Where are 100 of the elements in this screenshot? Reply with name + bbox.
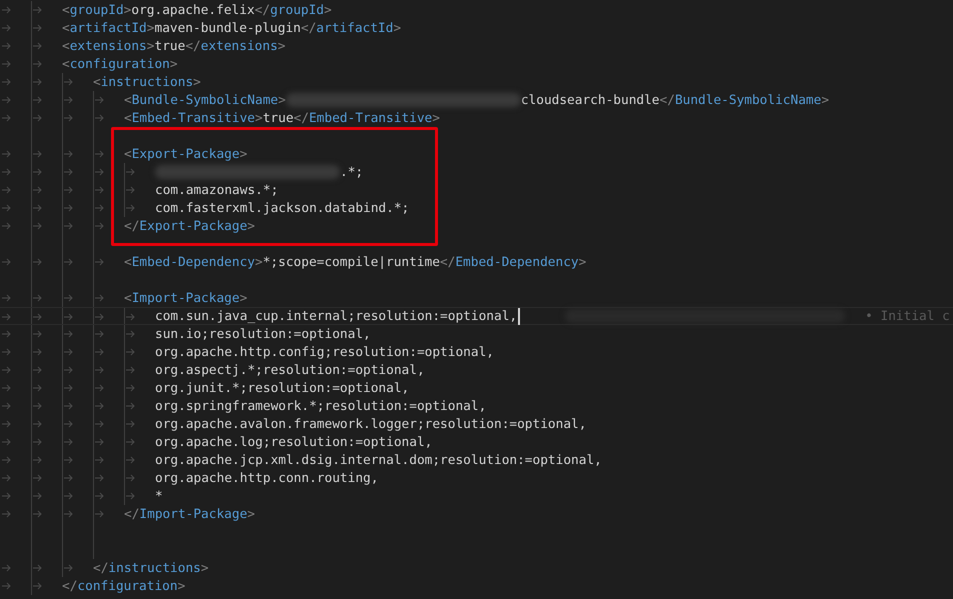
tab-arrow-icon — [33, 96, 42, 104]
tab-arrow-icon — [95, 204, 104, 212]
tab-arrow-icon — [95, 150, 104, 158]
tab-arrow-icon — [33, 294, 42, 302]
tab-arrow-icon — [95, 474, 104, 482]
tab-arrow-icon — [33, 438, 42, 446]
code-line: .*; — [155, 164, 364, 180]
tab-arrow-icon — [95, 384, 104, 392]
tab-arrow-icon — [33, 258, 42, 266]
code-line: <Import-Package> — [124, 290, 248, 306]
tab-arrow-icon — [2, 204, 11, 212]
tab-arrow-icon — [33, 402, 42, 410]
tab-arrow-icon — [126, 402, 135, 410]
tab-arrow-icon — [64, 313, 73, 321]
tab-arrow-icon — [33, 204, 42, 212]
tab-arrow-icon — [64, 366, 73, 374]
tab-arrow-icon — [64, 474, 73, 482]
tab-arrow-icon — [64, 78, 73, 86]
tab-arrow-icon — [33, 42, 42, 50]
tab-arrow-icon — [95, 330, 104, 338]
tab-arrow-icon — [95, 96, 104, 104]
tab-arrow-icon — [64, 492, 73, 500]
tab-arrow-icon — [126, 186, 135, 194]
code-line: * — [155, 488, 163, 504]
code-line: <Embed-Dependency>*;scope=compile|runtime</Embed-Dependency> — [124, 254, 586, 270]
code-line: <groupId>org.apache.felix</groupId> — [62, 2, 332, 18]
code-line: com.fasterxml.jackson.databind.*; — [155, 200, 410, 216]
tab-arrow-icon — [2, 168, 11, 176]
tab-arrow-icon — [33, 456, 42, 464]
tab-arrow-icon — [33, 24, 42, 32]
code-line: <instructions> — [93, 74, 201, 90]
code-line: org.apache.http.conn.routing, — [155, 470, 378, 486]
tab-arrow-icon — [64, 96, 73, 104]
tab-arrow-icon — [33, 186, 42, 194]
tab-arrow-icon — [2, 510, 11, 518]
tab-arrow-icon — [95, 168, 104, 176]
tab-arrow-icon — [33, 78, 42, 86]
tab-arrow-icon — [64, 258, 73, 266]
tab-arrow-icon — [95, 456, 104, 464]
code-line: <Embed-Transitive>true</Embed-Transitive> — [124, 110, 440, 126]
tab-arrow-icon — [64, 204, 73, 212]
tab-arrow-icon — [95, 420, 104, 428]
code-line: sun.io;resolution:=optional, — [155, 326, 371, 342]
code-line: com.amazonaws.*; — [155, 182, 278, 198]
tab-arrow-icon — [2, 222, 11, 230]
tab-arrow-icon — [33, 366, 42, 374]
tab-arrow-icon — [33, 582, 42, 590]
tab-arrow-icon — [95, 313, 104, 321]
tab-arrow-icon — [95, 114, 104, 122]
code-line: org.aspectj.*;resolution:=optional, — [155, 362, 425, 378]
tab-arrow-icon — [2, 330, 11, 338]
code-line: </instructions> — [93, 560, 209, 576]
code-line: org.apache.http.config;resolution:=optional, — [155, 344, 494, 360]
tab-arrow-icon — [2, 402, 11, 410]
code-line: <extensions>true</extensions> — [62, 38, 286, 54]
tab-arrow-icon — [126, 492, 135, 500]
tab-arrow-icon — [2, 456, 11, 464]
tab-arrow-icon — [2, 294, 11, 302]
tab-arrow-icon — [126, 168, 135, 176]
tab-arrow-icon — [126, 438, 135, 446]
tab-arrow-icon — [95, 258, 104, 266]
tab-arrow-icon — [33, 420, 42, 428]
tab-arrow-icon — [126, 348, 135, 356]
tab-arrow-icon — [95, 438, 104, 446]
tab-arrow-icon — [64, 294, 73, 302]
tab-arrow-icon — [95, 402, 104, 410]
tab-arrow-icon — [2, 60, 11, 68]
code-line: </Import-Package> — [124, 506, 256, 522]
tab-arrow-icon — [2, 582, 11, 590]
tab-arrow-icon — [64, 150, 73, 158]
tab-arrow-icon — [2, 420, 11, 428]
code-line: org.apache.jcp.xml.dsig.internal.dom;resolution:=optional, — [155, 452, 602, 468]
tab-arrow-icon — [126, 474, 135, 482]
tab-arrow-icon — [64, 348, 73, 356]
tab-arrow-icon — [64, 222, 73, 230]
tab-arrow-icon — [33, 114, 42, 122]
tab-arrow-icon — [2, 6, 11, 14]
code-line: org.junit.*;resolution:=optional, — [155, 380, 410, 396]
tab-arrow-icon — [126, 313, 135, 321]
tab-arrow-icon — [64, 456, 73, 464]
tab-arrow-icon — [126, 456, 135, 464]
tab-arrow-icon — [2, 78, 11, 86]
tab-arrow-icon — [126, 204, 135, 212]
code-line: </Export-Package> — [124, 218, 256, 234]
code-line: org.apache.avalon.framework.logger;resolution:=optional, — [155, 416, 586, 432]
tab-arrow-icon — [33, 6, 42, 14]
code-line: org.springframework.*;resolution:=optional, — [155, 398, 486, 414]
blame-annotation: • Initial c — [865, 308, 950, 324]
tab-arrow-icon — [33, 492, 42, 500]
tab-arrow-icon — [95, 348, 104, 356]
tab-arrow-icon — [95, 492, 104, 500]
code-line: <Export-Package> — [124, 146, 248, 162]
tab-arrow-icon — [126, 384, 135, 392]
tab-arrow-icon — [33, 510, 42, 518]
tab-arrow-icon — [33, 384, 42, 392]
tab-arrow-icon — [33, 150, 42, 158]
tab-arrow-icon — [2, 366, 11, 374]
tab-arrow-icon — [126, 420, 135, 428]
tab-arrow-icon — [2, 150, 11, 158]
code-line: <artifactId>maven-bundle-plugin</artifactId> — [62, 20, 402, 36]
